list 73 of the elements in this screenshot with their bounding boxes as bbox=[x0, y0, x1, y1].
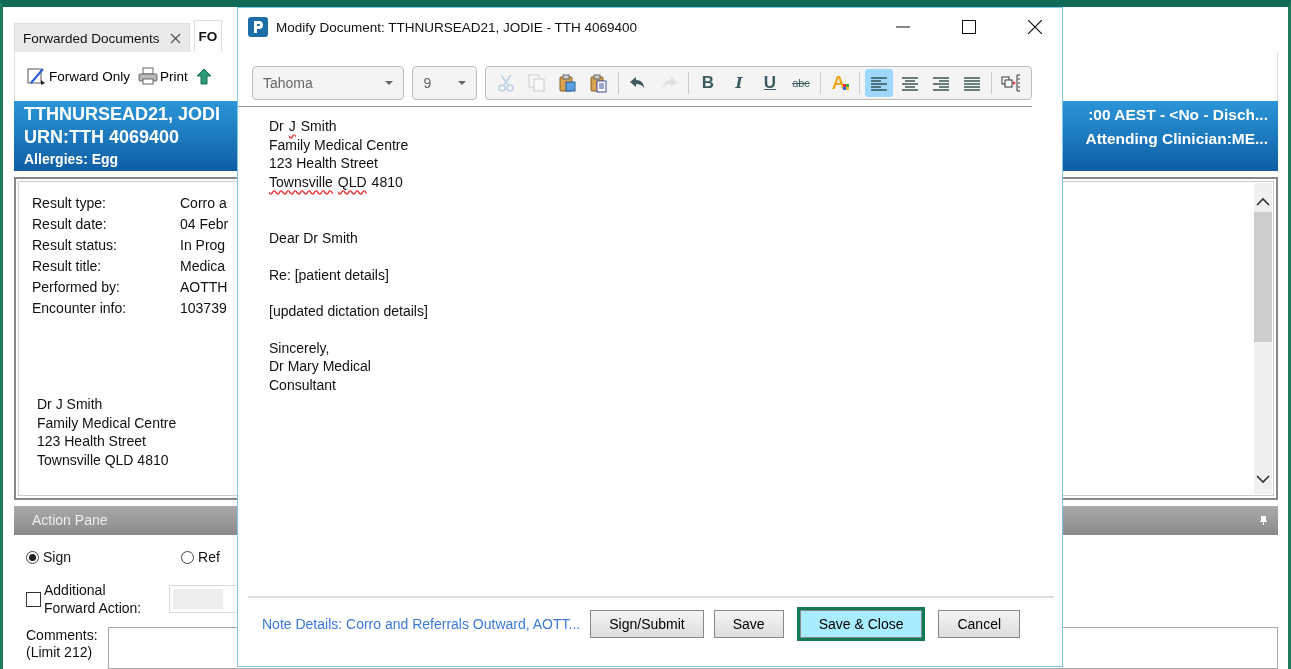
document-line: 123 Health Street bbox=[269, 154, 378, 173]
radio-option[interactable]: Sign bbox=[26, 549, 72, 565]
app-icon bbox=[248, 17, 268, 37]
word: Dr bbox=[269, 117, 284, 136]
document-line: [updated dictation details] bbox=[269, 302, 428, 321]
document-editor[interactable]: Dr J Smith Family Medical Centre 123 Health Street Townsville QLD 4810 Dear Dr Smith Re: [patient details] [updated dictation details] Sincerely, Dr Mary Medical Consultant bbox=[238, 107, 1062, 596]
misspelled-word: Townsville bbox=[269, 172, 333, 191]
caret-icon bbox=[458, 81, 466, 85]
word: Smith bbox=[300, 117, 337, 136]
size-dropdown[interactable]: 9 bbox=[412, 66, 477, 100]
italic-button[interactable]: I bbox=[725, 69, 753, 97]
printer-icon bbox=[138, 67, 159, 86]
field-label: Result type: bbox=[32, 194, 107, 214]
underline-button[interactable]: U bbox=[756, 69, 784, 97]
word: 4810 bbox=[371, 172, 403, 191]
patient-urn: URN:TTH 4069400 bbox=[24, 126, 181, 149]
field-value: AOTTH bbox=[180, 278, 228, 298]
field-value: Corro a bbox=[180, 194, 227, 214]
strike-button[interactable]: abc bbox=[787, 69, 815, 97]
field-label: Result title: bbox=[32, 257, 103, 277]
close-icon[interactable] bbox=[1028, 20, 1042, 34]
radio-option[interactable]: Ref bbox=[181, 549, 220, 565]
dialog-button[interactable]: Sign/Submit bbox=[590, 610, 704, 638]
caret-icon bbox=[385, 81, 394, 85]
limit-text: (Limit 212) bbox=[26, 644, 94, 661]
toolbar-button[interactable]: Forward Only bbox=[27, 67, 131, 86]
note-details-link[interactable]: Note Details: Corro and Referrals Outward, AOTT... bbox=[262, 616, 581, 632]
close-icon[interactable] bbox=[169, 32, 181, 44]
encounter-text: :00 AEST - <No - Disch... bbox=[1088, 104, 1268, 125]
comments-label: Comments: bbox=[26, 627, 98, 644]
pane-title: Action Pane bbox=[32, 512, 108, 529]
bold-button[interactable]: B bbox=[694, 69, 722, 97]
misspelled-word: QLD bbox=[337, 172, 367, 191]
clinician-text: Attending Clinician:ME... bbox=[1085, 128, 1268, 149]
document-line: Dear Dr Smith bbox=[269, 229, 358, 248]
address-line: Family Medical Centre bbox=[37, 413, 178, 433]
field-label: Result status: bbox=[32, 236, 118, 256]
up-arrow-icon[interactable] bbox=[195, 67, 212, 85]
dialog-button[interactable]: Save & Close bbox=[799, 610, 923, 638]
document-line: Consultant bbox=[269, 375, 336, 394]
dialog-title: Modify Document: TTHNURSEAD21, JODIE - TTH 4069400 bbox=[276, 19, 639, 35]
document-line: Sincerely, bbox=[269, 338, 330, 357]
scroll-up-icon[interactable] bbox=[1256, 197, 1270, 207]
align-left-icon[interactable] bbox=[865, 69, 893, 97]
address-line: Dr J Smith bbox=[37, 395, 104, 414]
document-pen-icon bbox=[27, 67, 47, 86]
toolbar-button[interactable]: Print bbox=[138, 67, 188, 86]
dialog-button[interactable]: Save bbox=[713, 610, 784, 638]
address-line: 123 Health Street bbox=[37, 432, 147, 451]
checkbox-label: Additional Forward Action: bbox=[44, 581, 143, 617]
pin-icon[interactable] bbox=[1259, 514, 1268, 526]
patient-name: TTHNURSEAD21, JODI bbox=[24, 103, 221, 126]
scroll-down-icon[interactable] bbox=[1256, 474, 1270, 484]
field-value: 04 Febr bbox=[180, 215, 229, 235]
field-label: Result date: bbox=[32, 215, 108, 235]
scrollbar[interactable] bbox=[1254, 183, 1272, 494]
field-value: 103739 bbox=[180, 299, 227, 319]
document-line: Family Medical Centre bbox=[269, 135, 409, 154]
field-label: Performed by: bbox=[32, 278, 121, 298]
document-line: Re: [patient details] bbox=[269, 265, 389, 284]
field-value: In Prog bbox=[180, 236, 226, 256]
dialog-button[interactable]: Cancel bbox=[938, 610, 1021, 638]
misspelled-word: J bbox=[288, 117, 296, 136]
document-tab[interactable]: Forwarded Documents bbox=[14, 23, 190, 52]
address-line: Townsville QLD 4810 bbox=[37, 450, 170, 470]
checkbox[interactable] bbox=[26, 591, 41, 607]
field-value: Medica bbox=[180, 257, 226, 277]
field-label: Encounter info: bbox=[32, 299, 128, 319]
document-line: Dr Mary Medical bbox=[269, 357, 371, 376]
document-tab[interactable]: FO bbox=[193, 20, 223, 52]
font-dropdown[interactable]: Tahoma bbox=[252, 66, 405, 100]
allergies-text: Allergies: Egg bbox=[24, 150, 120, 169]
maximize-icon[interactable] bbox=[962, 20, 976, 34]
